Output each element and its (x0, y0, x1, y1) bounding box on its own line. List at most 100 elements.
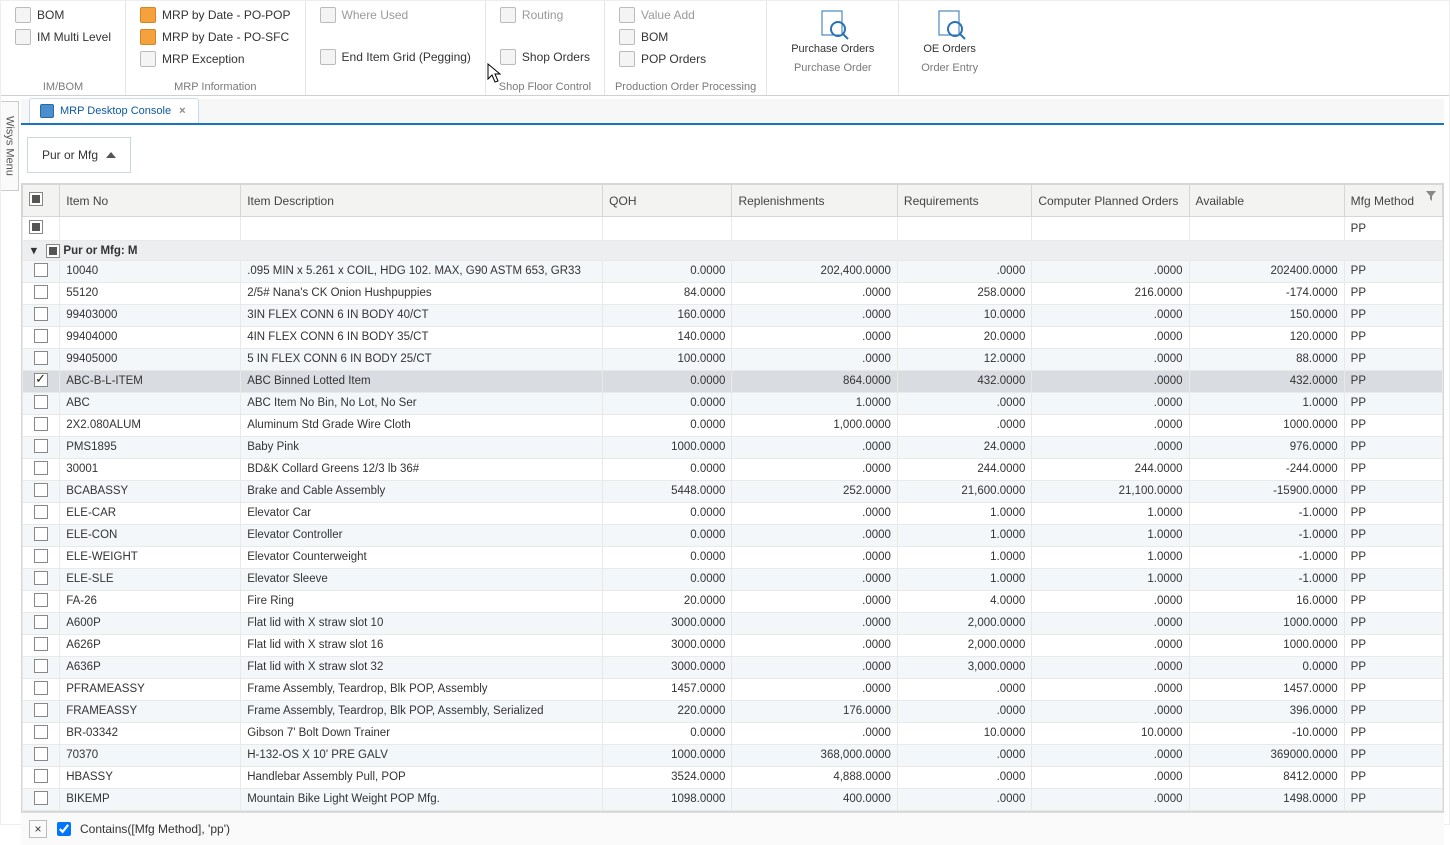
col-cpo[interactable]: Computer Planned Orders (1032, 185, 1189, 217)
filter-cpo[interactable] (1032, 217, 1189, 241)
table-row[interactable]: ABCABC Item No Bin, No Lot, No Ser0.0000… (23, 392, 1443, 414)
row-checkbox[interactable] (34, 747, 48, 761)
filter-req[interactable] (897, 217, 1031, 241)
tab-close[interactable]: × (177, 105, 187, 117)
row-checkbox[interactable] (34, 329, 48, 343)
cell-repl: .0000 (732, 458, 897, 480)
ribbon-shop-orders[interactable]: Shop Orders (496, 47, 594, 67)
filter-desc[interactable] (241, 217, 603, 241)
row-checkbox[interactable] (34, 703, 48, 717)
header-checkbox-icon[interactable] (29, 192, 43, 206)
row-checkbox[interactable] (34, 351, 48, 365)
filter-avail[interactable] (1189, 217, 1344, 241)
table-row[interactable]: BR-03342Gibson 7' Bolt Down Trainer0.000… (23, 722, 1443, 744)
table-row[interactable]: ELE-CARElevator Car0.0000.00001.00001.00… (23, 502, 1443, 524)
row-checkbox[interactable] (34, 417, 48, 431)
tab-mrp-console[interactable]: MRP Desktop Console × (29, 98, 199, 123)
table-row[interactable]: A636PFlat lid with X straw slot 323000.0… (23, 656, 1443, 678)
row-checkbox[interactable] (34, 285, 48, 299)
row-checkbox[interactable] (34, 373, 48, 387)
ribbon-mrp-date-pop[interactable]: MRP by Date - PO-POP (136, 5, 294, 25)
table-row[interactable]: A600PFlat lid with X straw slot 103000.0… (23, 612, 1443, 634)
cell-repl: .0000 (732, 524, 897, 546)
table-row[interactable]: BCABASSYBrake and Cable Assembly5448.000… (23, 480, 1443, 502)
cell-req: 3,000.0000 (897, 656, 1031, 678)
table-row[interactable]: HBASSYHandlebar Assembly Pull, POP3524.0… (23, 766, 1443, 788)
row-checkbox[interactable] (34, 593, 48, 607)
group-row[interactable]: ▾ Pur or Mfg: M (23, 241, 1443, 261)
row-checkbox[interactable] (34, 571, 48, 585)
side-menu-tab[interactable]: Wisys Menu (1, 101, 19, 191)
ribbon-mrp-date-sfc[interactable]: MRP by Date - PO-SFC (136, 27, 294, 47)
cell-mfg: PP (1344, 634, 1442, 656)
filter-checkbox-icon[interactable] (29, 220, 43, 234)
table-row[interactable]: 994050005 IN FLEX CONN 6 IN BODY 25/CT10… (23, 348, 1443, 370)
col-checkbox[interactable] (23, 185, 60, 217)
ribbon-pop-orders[interactable]: POP Orders (615, 49, 756, 69)
row-checkbox[interactable] (34, 549, 48, 563)
ribbon-oe-orders[interactable]: OE Orders (909, 5, 990, 58)
row-checkbox[interactable] (34, 263, 48, 277)
filter-clear[interactable]: × (29, 820, 47, 838)
cell-cpo: .0000 (1032, 590, 1189, 612)
cell-qoh: 1000.0000 (603, 744, 732, 766)
row-checkbox[interactable] (34, 659, 48, 673)
table-row[interactable]: PFRAMEASSYFrame Assembly, Teardrop, Blk … (23, 678, 1443, 700)
table-row[interactable]: 70370H-132-OS X 10' PRE GALV1000.0000368… (23, 744, 1443, 766)
row-checkbox[interactable] (34, 461, 48, 475)
group-by-chip[interactable]: Pur or Mfg (27, 137, 131, 173)
table-row[interactable]: 2X2.080ALUMAluminum Std Grade Wire Cloth… (23, 414, 1443, 436)
cell-repl: 368,000.0000 (732, 744, 897, 766)
table-row[interactable]: 10040.095 MIN x 5.261 x COIL, HDG 102. M… (23, 260, 1443, 282)
row-checkbox[interactable] (34, 505, 48, 519)
cell-item-no: 99403000 (60, 304, 241, 326)
filter-checkbox[interactable] (23, 217, 60, 241)
row-checkbox[interactable] (34, 439, 48, 453)
cell-avail: -244.0000 (1189, 458, 1344, 480)
col-avail[interactable]: Available (1189, 185, 1344, 217)
row-checkbox[interactable] (34, 791, 48, 805)
table-row[interactable]: PMS1895Baby Pink1000.0000.000024.0000.00… (23, 436, 1443, 458)
row-checkbox[interactable] (34, 483, 48, 497)
ribbon-purchase-orders[interactable]: Purchase Orders (777, 5, 888, 58)
col-repl[interactable]: Replenishments (732, 185, 897, 217)
table-row[interactable]: 994040004IN FLEX CONN 6 IN BODY 35/CT140… (23, 326, 1443, 348)
table-row[interactable]: A626PFlat lid with X straw slot 163000.0… (23, 634, 1443, 656)
table-row[interactable]: 551202/5# Nana's CK Onion Hushpuppies84.… (23, 282, 1443, 304)
cell-item-no: 99405000 (60, 348, 241, 370)
row-checkbox[interactable] (34, 725, 48, 739)
filter-enabled-checkbox[interactable] (57, 822, 71, 836)
row-checkbox[interactable] (34, 615, 48, 629)
table-row[interactable]: ELE-WEIGHTElevator Counterweight0.0000.0… (23, 546, 1443, 568)
table-row[interactable]: ABC-B-L-ITEMABC Binned Lotted Item0.0000… (23, 370, 1443, 392)
table-row[interactable]: BIKEMPMountain Bike Light Weight POP Mfg… (23, 788, 1443, 810)
col-req[interactable]: Requirements (897, 185, 1031, 217)
ribbon-mrp-exception[interactable]: MRP Exception (136, 49, 294, 69)
filter-repl[interactable] (732, 217, 897, 241)
column-filter-icon[interactable] (1425, 190, 1437, 205)
table-row[interactable]: 994030003IN FLEX CONN 6 IN BODY 40/CT160… (23, 304, 1443, 326)
table-row[interactable]: FA-26Fire Ring20.0000.00004.0000.000016.… (23, 590, 1443, 612)
row-checkbox[interactable] (34, 637, 48, 651)
row-checkbox[interactable] (34, 769, 48, 783)
filter-item-no[interactable] (60, 217, 241, 241)
col-qoh[interactable]: QOH (603, 185, 732, 217)
table-row[interactable]: 30001BD&K Collard Greens 12/3 lb 36#0.00… (23, 458, 1443, 480)
col-item-no[interactable]: Item No (60, 185, 241, 217)
cell-req: 1.0000 (897, 502, 1031, 524)
ribbon-popbom[interactable]: BOM (615, 27, 756, 47)
table-row[interactable]: ELE-CONElevator Controller0.0000.00001.0… (23, 524, 1443, 546)
row-checkbox[interactable] (34, 681, 48, 695)
row-checkbox[interactable] (34, 527, 48, 541)
ribbon-bom[interactable]: BOM (11, 5, 115, 25)
ribbon-end-item-grid[interactable]: End Item Grid (Pegging) (316, 47, 475, 67)
row-checkbox[interactable] (34, 395, 48, 409)
filter-mfg[interactable]: PP (1344, 217, 1442, 241)
cell-cpo: 244.0000 (1032, 458, 1189, 480)
filter-qoh[interactable] (603, 217, 732, 241)
table-row[interactable]: ELE-SLEElevator Sleeve0.0000.00001.00001… (23, 568, 1443, 590)
ribbon-im-multi[interactable]: IM Multi Level (11, 27, 115, 47)
table-row[interactable]: FRAMEASSYFrame Assembly, Teardrop, Blk P… (23, 700, 1443, 722)
row-checkbox[interactable] (34, 307, 48, 321)
col-desc[interactable]: Item Description (241, 185, 603, 217)
